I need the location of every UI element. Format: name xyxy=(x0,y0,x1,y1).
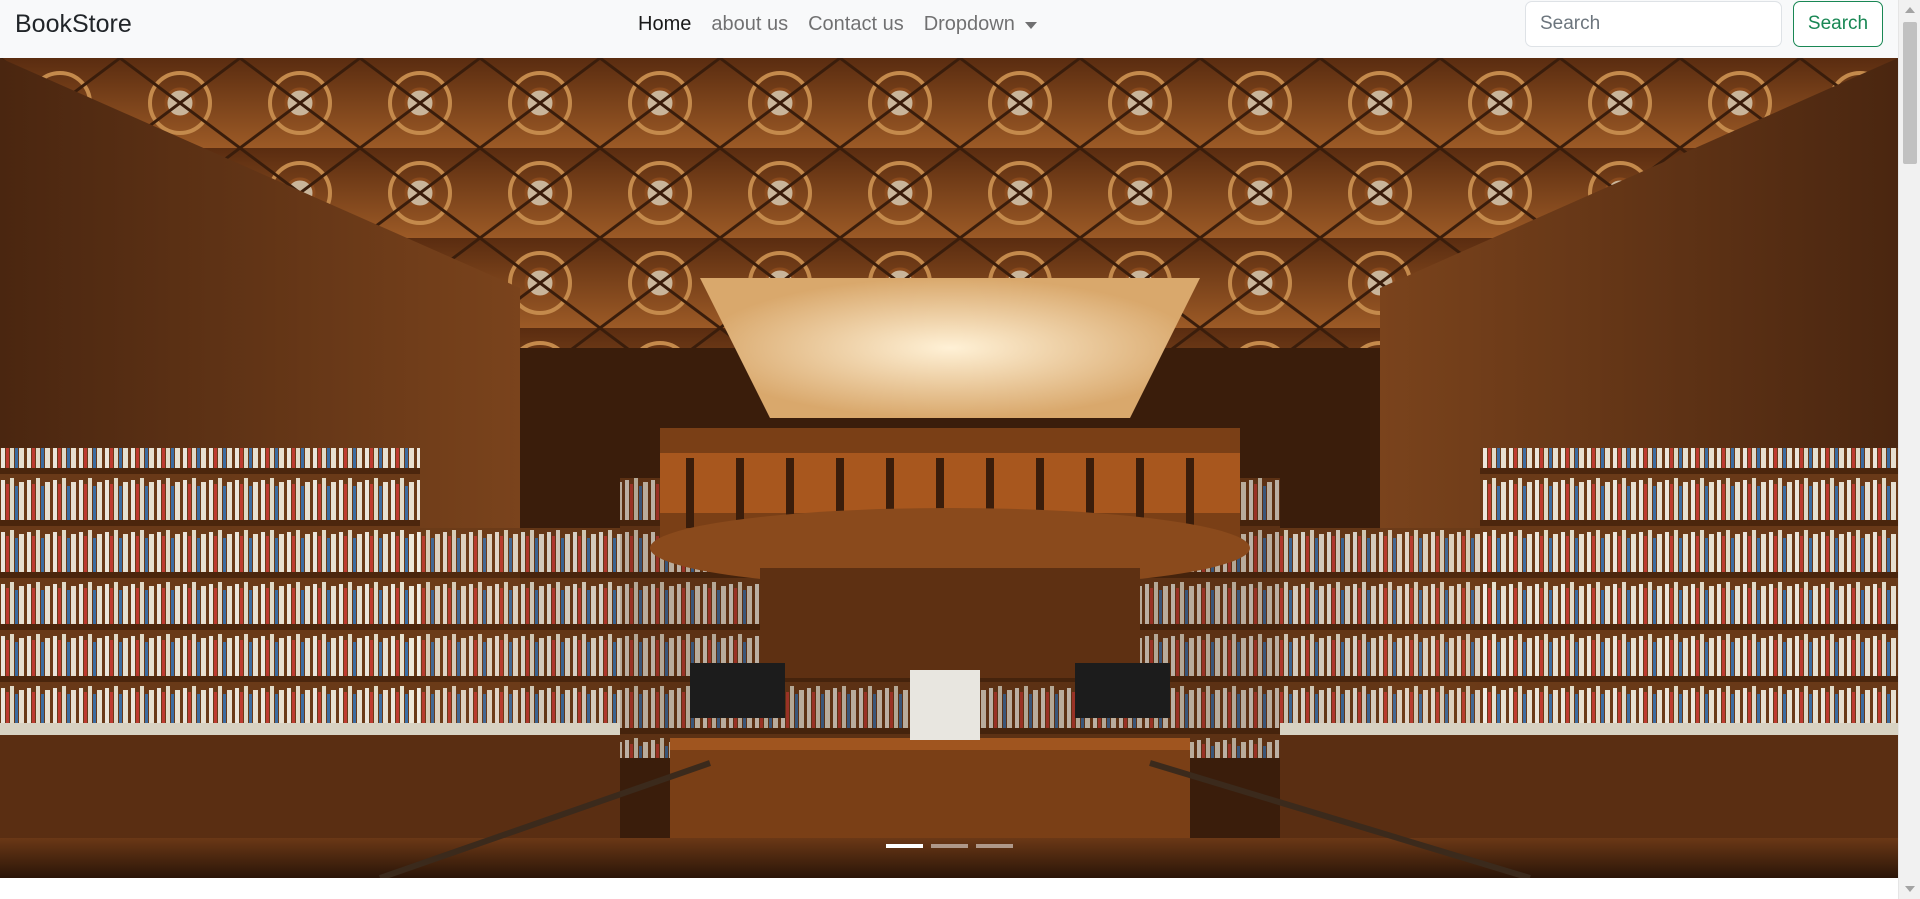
nav-link-contact-us[interactable]: Contact us xyxy=(798,0,914,48)
nav-dropdown-toggle[interactable]: Dropdown xyxy=(914,0,1047,48)
hero-carousel[interactable] xyxy=(0,58,1898,878)
search-button[interactable]: Search xyxy=(1793,1,1883,47)
carousel-indicator-3[interactable] xyxy=(975,844,1013,848)
arrow-down-icon[interactable] xyxy=(1905,886,1915,892)
arrow-up-icon[interactable] xyxy=(1905,7,1915,13)
nav-link-home[interactable]: Home xyxy=(628,0,701,48)
nav-links: Home about us Contact us Dropdown xyxy=(628,0,1047,48)
nav-link-about-us[interactable]: about us xyxy=(701,0,798,48)
chevron-down-icon xyxy=(1024,21,1037,29)
carousel-indicators xyxy=(0,844,1898,848)
search-input[interactable] xyxy=(1525,1,1782,47)
carousel-indicator-1[interactable] xyxy=(885,844,923,848)
vertical-scrollbar[interactable] xyxy=(1898,0,1920,899)
page: BookStore Home about us Contact us Dropd… xyxy=(0,0,1920,899)
navbar: BookStore Home about us Contact us Dropd… xyxy=(0,0,1898,58)
carousel-indicator-2[interactable] xyxy=(930,844,968,848)
bookstore-interior-image xyxy=(0,58,1898,878)
nav-dropdown-label: Dropdown xyxy=(923,13,1015,35)
brand-logo[interactable]: BookStore xyxy=(15,9,132,39)
scrollbar-thumb[interactable] xyxy=(1903,22,1917,164)
